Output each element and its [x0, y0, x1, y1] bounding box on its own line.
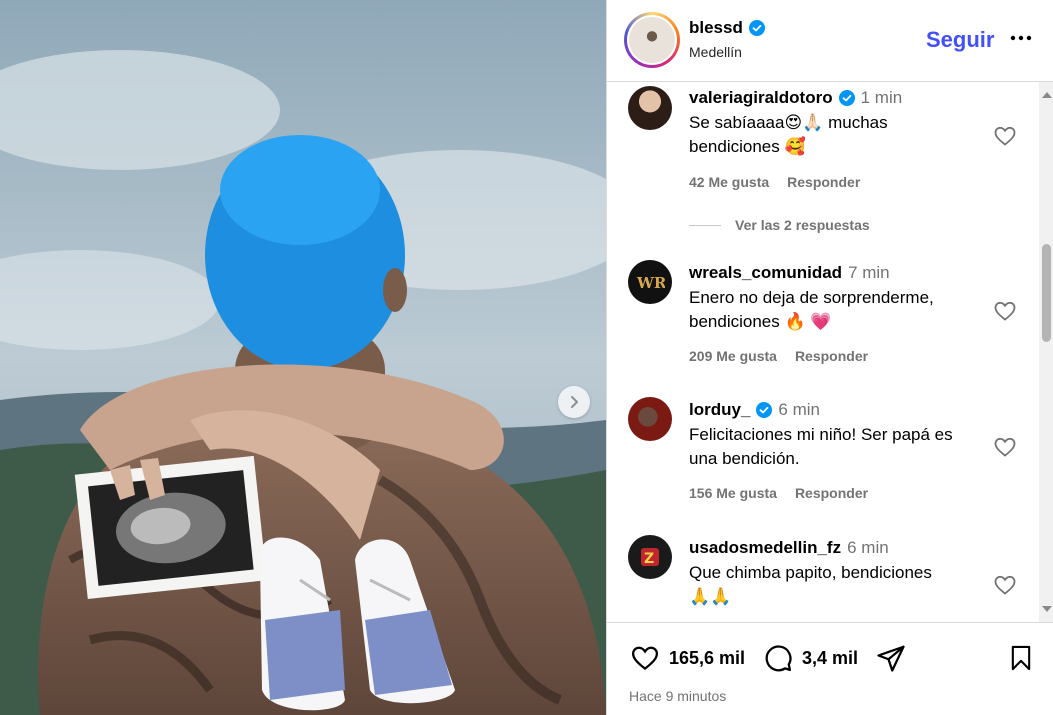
comment-item: WR wreals_comunidad 7 min Enero no deja …: [607, 258, 1037, 378]
comment-item: lorduy_ 6 min Felicitaciones mi niño! Se…: [607, 395, 1037, 515]
more-horizontal-icon: [1010, 35, 1032, 41]
comment-time[interactable]: 7 min: [848, 263, 890, 283]
comment-likes-count[interactable]: 209 Me gusta: [689, 348, 777, 364]
verified-badge-icon: [838, 90, 855, 106]
heart-icon: [631, 646, 659, 671]
like-post-button[interactable]: 165,6 mil: [629, 643, 745, 673]
comment-time[interactable]: 6 min: [847, 538, 889, 558]
post-image: [0, 0, 606, 715]
z-chair-logo-icon: Z: [641, 548, 659, 567]
commenter-avatar[interactable]: [628, 86, 672, 130]
comment-likes-count[interactable]: 156 Me gusta: [689, 485, 777, 501]
comment-text-line: una bendición.: [689, 449, 800, 468]
comment-text-line: Felicitaciones mi niño! Ser papá es: [689, 425, 953, 444]
replies-divider: [689, 224, 721, 226]
post-actions-bar: 165,6 mil 3,4 mil Hace 9 minutos: [607, 622, 1053, 715]
author-avatar[interactable]: [624, 12, 680, 68]
view-replies-label[interactable]: Ver las 2 respuestas: [735, 217, 870, 233]
comments-scrollbar[interactable]: [1039, 82, 1053, 622]
comment-text-line: Enero no deja de sorprenderme,: [689, 288, 934, 307]
like-comment-heart-icon[interactable]: [993, 435, 1017, 459]
commenter-username-text[interactable]: wreals_comunidad: [689, 263, 842, 283]
post-header: blessd Medellín Seguir: [607, 0, 1053, 82]
send-paper-plane-icon: [877, 645, 905, 672]
post-location[interactable]: Medellín: [689, 44, 742, 60]
like-comment-heart-icon[interactable]: [993, 573, 1017, 597]
svg-text:WR: WR: [636, 274, 665, 292]
comment-likes-count[interactable]: 42 Me gusta: [689, 174, 769, 190]
reply-button[interactable]: Responder: [787, 174, 860, 190]
post-photo: [0, 0, 606, 715]
comment-meta: 209 Me gusta Responder: [689, 348, 868, 364]
post-panel: blessd Medellín Seguir valeriagiraldotor…: [606, 0, 1053, 715]
comments-count[interactable]: 3,4 mil: [802, 648, 858, 669]
comments-list[interactable]: valeriagiraldotoro 1 min Se sabíaaaa😍🙏🏻 …: [607, 82, 1053, 622]
scroll-down-arrow-icon[interactable]: [1042, 606, 1052, 612]
share-post-button[interactable]: [875, 643, 907, 673]
comment-time[interactable]: 6 min: [778, 400, 820, 420]
reply-button[interactable]: Responder: [795, 485, 868, 501]
comment-meta: 42 Me gusta Responder: [689, 174, 860, 190]
comment-text: Se sabíaaaa😍🙏🏻 muchas bendiciones 🥰: [689, 111, 979, 159]
comment-time[interactable]: 1 min: [861, 88, 903, 108]
comment-bubble-icon: [765, 645, 792, 672]
comment-text-line: bendiciones 🥰: [689, 137, 806, 156]
commenter-avatar[interactable]: [628, 397, 672, 441]
commenter-username-text[interactable]: usadosmedellin_fz: [689, 538, 841, 558]
comment-post-button[interactable]: 3,4 mil: [762, 643, 858, 673]
author-username[interactable]: blessd: [689, 18, 765, 38]
follow-button[interactable]: Seguir: [926, 27, 994, 53]
commenter-username[interactable]: usadosmedellin_fz 6 min: [689, 538, 889, 558]
author-username-text[interactable]: blessd: [689, 18, 743, 38]
comment-text-line: Se sabíaaaa😍🙏🏻 muchas: [689, 113, 888, 132]
commenter-avatar[interactable]: Z: [628, 535, 672, 579]
wr-logo-icon: WR: [636, 274, 665, 292]
svg-text:Z: Z: [644, 551, 654, 567]
comment-text: Felicitaciones mi niño! Ser papá es una …: [689, 423, 979, 471]
bookmark-icon: [1011, 645, 1031, 671]
post-timestamp[interactable]: Hace 9 minutos: [629, 688, 726, 704]
comment-text-line: bendiciones 🔥 💗: [689, 312, 832, 331]
commenter-username[interactable]: valeriagiraldotoro 1 min: [689, 88, 902, 108]
comment-text-line: Que chimba papito, bendiciones: [689, 563, 932, 582]
commenter-username-text[interactable]: valeriagiraldotoro: [689, 88, 833, 108]
likes-count[interactable]: 165,6 mil: [669, 648, 745, 669]
comment-item: valeriagiraldotoro 1 min Se sabíaaaa😍🙏🏻 …: [607, 82, 1037, 252]
commenter-username[interactable]: wreals_comunidad 7 min: [689, 263, 890, 283]
view-replies-button[interactable]: Ver las 2 respuestas: [689, 217, 870, 233]
like-comment-heart-icon[interactable]: [993, 124, 1017, 148]
verified-badge-icon: [756, 402, 773, 418]
comment-meta: 156 Me gusta Responder: [689, 485, 868, 501]
comment-text-line: 🙏🙏: [689, 587, 732, 606]
save-post-button[interactable]: [1007, 643, 1035, 673]
like-comment-heart-icon[interactable]: [993, 299, 1017, 323]
reply-button[interactable]: Responder: [795, 348, 868, 364]
verified-badge-icon: [748, 20, 765, 36]
next-image-button[interactable]: [558, 386, 590, 418]
scroll-up-arrow-icon[interactable]: [1042, 92, 1052, 98]
more-options-button[interactable]: [1009, 26, 1033, 50]
commenter-username[interactable]: lorduy_ 6 min: [689, 400, 820, 420]
comment-item: Z usadosmedellin_fz 6 min Que chimba pap…: [607, 533, 1037, 622]
commenter-username-text[interactable]: lorduy_: [689, 400, 750, 420]
chevron-right-icon: [571, 396, 578, 408]
scrollbar-thumb[interactable]: [1042, 244, 1051, 342]
commenter-avatar[interactable]: WR: [628, 260, 672, 304]
comment-text: Que chimba papito, bendiciones 🙏🙏: [689, 561, 979, 609]
comment-text: Enero no deja de sorprenderme, bendicion…: [689, 286, 979, 334]
